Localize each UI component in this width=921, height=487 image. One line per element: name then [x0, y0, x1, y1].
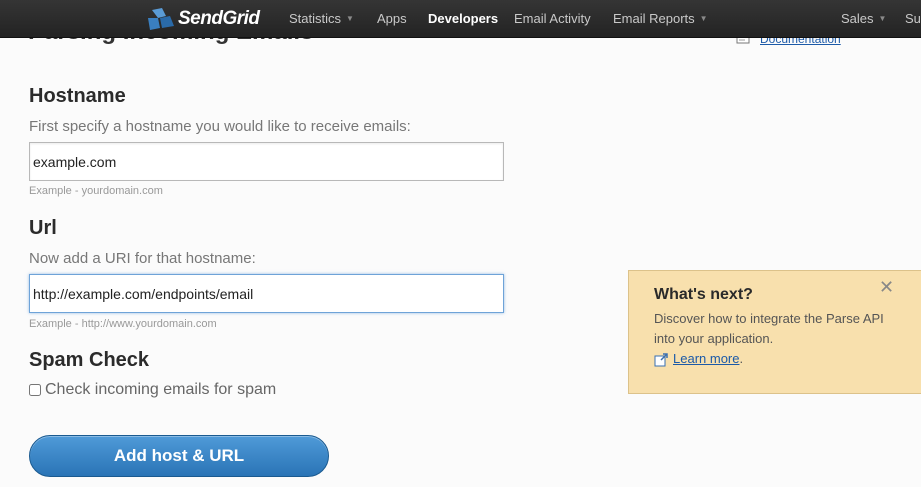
url-example: Example - http://www.yourdomain.com [29, 318, 217, 330]
top-nav-bar: SendGrid Statistics ▼ Apps Developers Ema… [0, 0, 921, 38]
spam-check-checkbox[interactable] [29, 384, 41, 396]
panel-title: What's next? [654, 286, 753, 303]
chevron-down-icon: ▼ [346, 14, 354, 23]
sendgrid-logo[interactable]: SendGrid [146, 6, 260, 32]
nav-email-reports-label: Email Reports [613, 11, 695, 26]
nav-apps[interactable]: Apps [377, 11, 407, 26]
spam-check-label: Check incoming emails for spam [45, 381, 277, 398]
nav-email-activity-label: Email Activity [514, 11, 591, 26]
close-icon[interactable]: ✕ [879, 277, 894, 298]
nav-statistics-label: Statistics [289, 11, 342, 26]
nav-sales-label: Sales [841, 11, 874, 26]
whats-next-panel: What's next? ✕ Discover how to integrate… [628, 270, 921, 394]
url-heading: Url [29, 217, 57, 239]
url-input[interactable] [29, 274, 504, 313]
nav-developers-label: Developers [428, 11, 499, 26]
nav-statistics[interactable]: Statistics ▼ [289, 11, 354, 26]
hostname-heading: Hostname [29, 85, 126, 107]
nav-support-label: Su [905, 11, 921, 26]
learn-more-row: Learn more. [654, 349, 904, 369]
spam-check-heading: Spam Check [29, 349, 150, 371]
nav-support[interactable]: Su [905, 11, 921, 26]
nav-sales[interactable]: Sales ▼ [841, 11, 886, 26]
hostname-example: Example - yourdomain.com [29, 185, 163, 197]
nav-email-activity[interactable]: Email Activity [514, 11, 591, 26]
nav-apps-label: Apps [377, 11, 407, 26]
hostname-hint: First specify a hostname you would like … [29, 118, 411, 135]
external-link-icon [654, 352, 668, 366]
url-hint: Now add a URI for that hostname: [29, 250, 256, 267]
hostname-input[interactable] [29, 142, 504, 181]
add-host-url-button[interactable]: Add host & URL [29, 435, 329, 477]
chevron-down-icon: ▼ [699, 14, 708, 23]
logo-text: SendGrid [178, 8, 260, 29]
panel-description: Discover how to integrate the Parse API … [654, 311, 884, 346]
sendgrid-logo-icon [148, 8, 174, 30]
nav-email-reports[interactable]: Email Reports ▼ [613, 11, 708, 26]
spam-check-row[interactable]: Check incoming emails for spam [29, 381, 276, 399]
learn-more-suffix: . [739, 351, 744, 366]
panel-body: Discover how to integrate the Parse API … [654, 309, 904, 369]
chevron-down-icon: ▼ [878, 14, 887, 23]
nav-developers[interactable]: Developers [428, 11, 498, 26]
learn-more-link[interactable]: Learn more [673, 349, 739, 369]
